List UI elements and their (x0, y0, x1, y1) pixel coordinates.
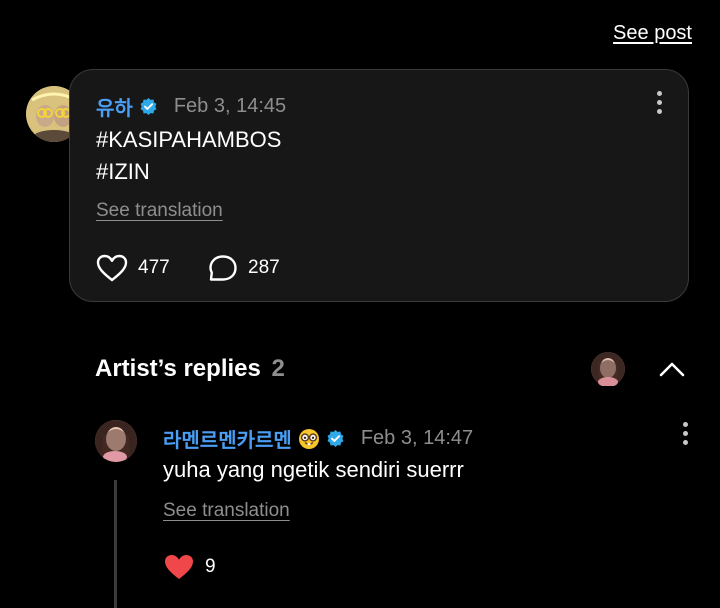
reply-author-avatar[interactable] (95, 420, 137, 462)
post-comment-count: 287 (248, 257, 280, 278)
post-like-button[interactable]: 477 (96, 254, 170, 282)
artist-replies-count: 2 (271, 355, 285, 382)
post-username[interactable]: 유하 (96, 92, 133, 121)
verified-badge-icon (140, 97, 157, 116)
reply-see-translation-link[interactable]: See translation (163, 500, 290, 522)
post-more-options-icon[interactable] (649, 87, 669, 117)
reply-body: yuha yang ngetik sendiri suerrr (163, 457, 464, 482)
nerd-face-emoji-icon (298, 428, 319, 449)
see-post-link[interactable]: See post (613, 22, 692, 45)
post-body: #KASIPAHAMBOS #IZIN (96, 124, 281, 188)
verified-badge-icon (327, 429, 344, 448)
heart-outline-icon (96, 254, 128, 282)
post-line-1: #KASIPAHAMBOS (96, 127, 282, 152)
reply-more-options-icon[interactable] (675, 418, 695, 448)
artist-replies-heading: Artist’s replies 2 (95, 355, 285, 383)
post-like-count: 477 (138, 257, 170, 278)
thread-line (114, 480, 117, 608)
heart-filled-icon (165, 555, 193, 579)
reply-like-count: 9 (205, 556, 216, 577)
post-timestamp: Feb 3, 14:45 (173, 95, 287, 117)
post-comment-button[interactable]: 287 (208, 254, 280, 282)
post-meta: 유하 Feb 3, 14:45 (96, 92, 286, 121)
post-card: 유하 Feb 3, 14:45 #KASIPAHAMBOS #IZIN See … (69, 69, 689, 302)
reply-timestamp: Feb 3, 14:47 (360, 427, 474, 449)
reply-username[interactable]: 라멘르멘카르멘 (163, 424, 292, 453)
reply-meta: 라멘르멘카르멘 Feb 3, 14:47 (163, 424, 473, 453)
avatar-photo (95, 420, 137, 462)
reply-like-button[interactable]: 9 (163, 553, 216, 581)
post-see-translation-link[interactable]: See translation (96, 200, 223, 222)
artist-avatar-small[interactable] (591, 352, 625, 387)
avatar-photo (591, 352, 625, 387)
chevron-up-icon[interactable] (657, 357, 687, 381)
post-line-2: #IZIN (96, 159, 150, 184)
artist-replies-title: Artist’s replies (95, 355, 261, 382)
comment-bubble-icon (209, 255, 237, 281)
